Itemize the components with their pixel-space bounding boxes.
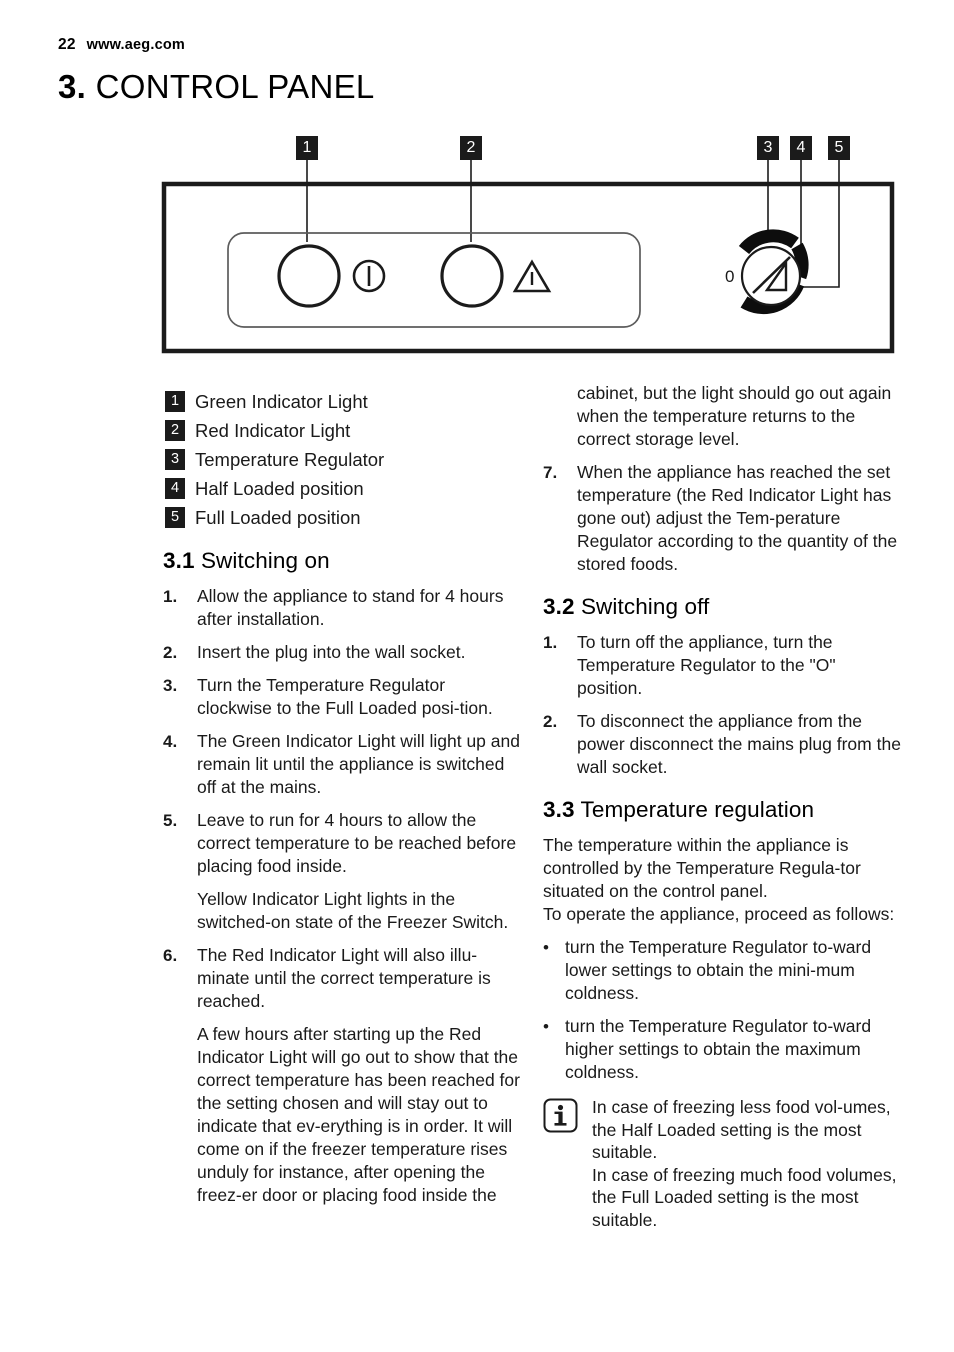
step-marker: 2. (163, 643, 178, 662)
chapter-number: 3. (58, 68, 87, 105)
step-text: To disconnect the appliance from the pow… (577, 711, 901, 777)
step-text: To turn off the appliance, turn the Temp… (577, 632, 836, 698)
section-title: Switching on (200, 548, 330, 573)
step-marker: 1. (163, 587, 178, 606)
section-title: Switching off (580, 594, 710, 619)
section-heading-temperature-regulation: 3.3 Temperature regulation (543, 797, 903, 823)
bullet-marker: • (543, 938, 549, 957)
legend-number: 2 (165, 420, 185, 441)
section-title: Temperature regulation (580, 797, 815, 822)
diagram-legend: 1 Green Indicator Light 2 Red Indicator … (165, 387, 525, 532)
legend-label: Half Loaded position (195, 477, 364, 499)
right-column: cabinet, but the light should go out aga… (543, 382, 903, 1231)
legend-item-3: 3 Temperature Regulator (165, 445, 525, 474)
continuation-text: cabinet, but the light should go out aga… (577, 383, 892, 449)
legend-item-1: 1 Green Indicator Light (165, 387, 525, 416)
callout-4: 4 (790, 136, 812, 160)
step-extra-text: A few hours after starting up the Red In… (197, 1024, 520, 1205)
legend-number: 3 (165, 449, 185, 470)
list-item: 7. When the appliance has reached the se… (543, 461, 903, 576)
step-text: The Red Indicator Light will also illu-m… (197, 945, 491, 1011)
switching-on-steps: 1. Allow the appliance to stand for 4 ho… (163, 585, 523, 1207)
list-item: 4. The Green Indicator Light will light … (163, 730, 523, 799)
callout-2: 2 (460, 136, 482, 160)
list-item: 5. Leave to run for 4 hours to allow the… (163, 809, 523, 934)
left-column: 3.1 Switching on 1. Allow the appliance … (163, 548, 523, 1217)
page-number: 22 (58, 36, 76, 53)
temperature-regulation-bullets: • turn the Temperature Regulator to-ward… (543, 936, 903, 1084)
list-item: • turn the Temperature Regulator to-ward… (543, 1015, 903, 1084)
warning-triangle-icon (512, 259, 552, 293)
step-text: Insert the plug into the wall socket. (197, 642, 466, 662)
step-text: The Green Indicator Light will light up … (197, 731, 520, 797)
list-item: 6. The Red Indicator Light will also ill… (163, 944, 523, 1207)
note-line-1: In case of freezing less food vol-umes, … (592, 1097, 891, 1162)
control-panel-diagram: 0 1 2 3 4 5 (0, 0, 954, 380)
bullet-text: turn the Temperature Regulator to-ward h… (565, 1016, 872, 1082)
info-note: In case of freezing less food vol-umes, … (543, 1096, 903, 1231)
chapter-title-text: CONTROL PANEL (95, 68, 375, 105)
callout-3: 3 (757, 136, 779, 160)
temperature-regulator-knob-icon (738, 229, 809, 315)
legend-label: Full Loaded position (195, 506, 361, 528)
legend-number: 1 (165, 391, 185, 412)
step-marker: 5. (163, 811, 178, 830)
legend-label: Temperature Regulator (195, 448, 385, 470)
section-heading-switching-off: 3.2 Switching off (543, 594, 903, 620)
step-marker: 7. (543, 463, 558, 482)
section-number: 3.1 (163, 548, 195, 573)
list-item: 1. To turn off the appliance, turn the T… (543, 631, 903, 700)
note-line-2: In case of freezing much food volumes, t… (592, 1164, 897, 1230)
section-heading-switching-on: 3.1 Switching on (163, 548, 523, 574)
step-marker: 2. (543, 712, 558, 731)
legend-number: 4 (165, 478, 185, 499)
section-number: 3.2 (543, 594, 575, 619)
bullet-text: turn the Temperature Regulator to-ward l… (565, 937, 872, 1003)
list-item: • turn the Temperature Regulator to-ward… (543, 936, 903, 1005)
legend-item-4: 4 Half Loaded position (165, 474, 525, 503)
site-url: www.aeg.com (86, 37, 186, 53)
step-text: Leave to run for 4 hours to allow the co… (197, 810, 517, 876)
legend-label: Green Indicator Light (195, 390, 368, 412)
continuation-steps: cabinet, but the light should go out aga… (543, 382, 903, 576)
callout-1: 1 (296, 136, 318, 160)
legend-number: 5 (165, 507, 185, 528)
list-item: 2. Insert the plug into the wall socket. (163, 641, 523, 664)
section-number: 3.3 (543, 797, 575, 822)
switching-off-steps: 1. To turn off the appliance, turn the T… (543, 631, 903, 779)
continuation-marker (543, 382, 577, 451)
list-item: 2. To disconnect the appliance from the … (543, 710, 903, 779)
legend-label: Red Indicator Light (195, 419, 351, 441)
bullet-marker: • (543, 1017, 549, 1036)
step-marker: 6. (163, 946, 178, 965)
step-marker: 3. (163, 676, 178, 695)
step-text: Allow the appliance to stand for 4 hours… (197, 586, 504, 629)
power-icon (352, 259, 386, 293)
info-icon (543, 1098, 578, 1133)
list-item: 1. Allow the appliance to stand for 4 ho… (163, 585, 523, 631)
callout-5: 5 (828, 136, 850, 160)
step-text: Turn the Temperature Regulator clockwise… (197, 675, 493, 718)
step-marker: 1. (543, 633, 558, 652)
page-title: 3. CONTROL PANEL (58, 68, 375, 106)
temperature-regulation-intro: The temperature within the appliance is … (543, 835, 895, 924)
list-item: cabinet, but the light should go out aga… (543, 382, 903, 451)
legend-item-5: 5 Full Loaded position (165, 503, 525, 532)
legend-item-2: 2 Red Indicator Light (165, 416, 525, 445)
step-marker: 4. (163, 732, 178, 751)
knob-zero-label: 0 (725, 267, 734, 286)
list-item: 3. Turn the Temperature Regulator clockw… (163, 674, 523, 720)
step-text: When the appliance has reached the set t… (577, 462, 898, 574)
page-header: 22 www.aeg.com (58, 36, 185, 54)
step-extra-text: Yellow Indicator Light lights in the swi… (197, 889, 509, 932)
